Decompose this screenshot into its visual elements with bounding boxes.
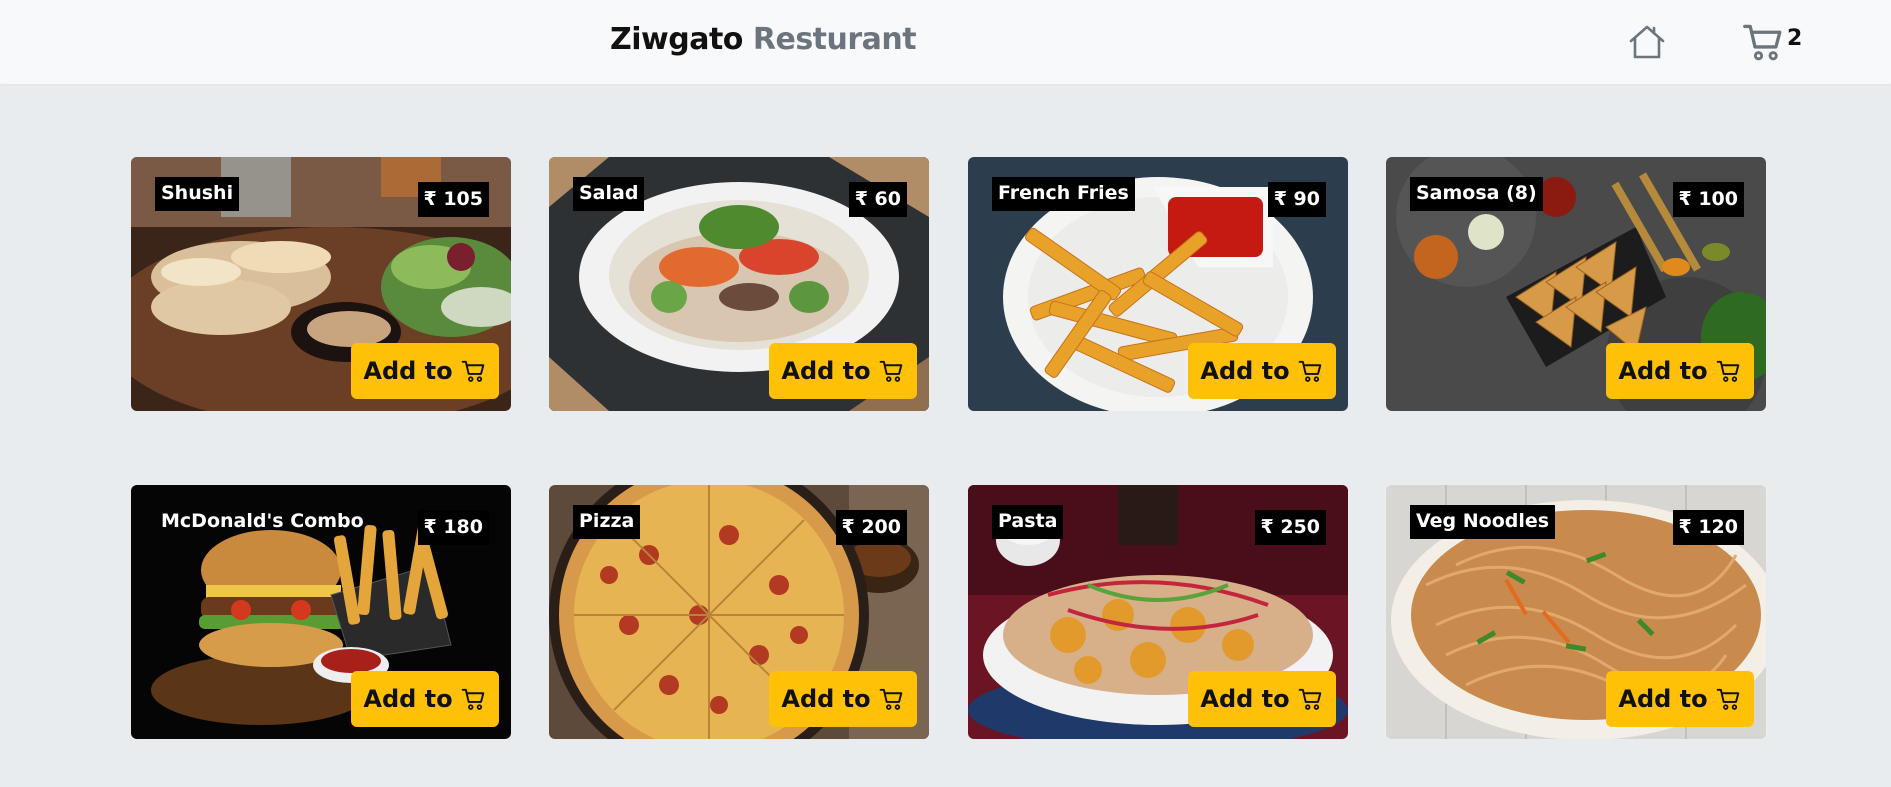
product-price: ₹ 200 bbox=[835, 510, 907, 545]
product-price: ₹ 60 bbox=[848, 182, 907, 217]
add-to-cart-label: Add to bbox=[1618, 357, 1708, 385]
brand-name: Ziwgato bbox=[610, 22, 743, 57]
cart-icon bbox=[1716, 358, 1742, 384]
add-to-cart-label: Add to bbox=[1200, 685, 1290, 713]
add-to-cart-button[interactable]: Add to bbox=[769, 343, 917, 399]
product-price: ₹ 105 bbox=[417, 182, 489, 217]
add-to-cart-label: Add to bbox=[1200, 357, 1290, 385]
product-name: Pasta bbox=[992, 505, 1064, 539]
add-to-cart-label: Add to bbox=[363, 357, 453, 385]
product-price: ₹ 90 bbox=[1267, 182, 1326, 217]
product-card[interactable]: Pizza ₹ 200 Add to bbox=[549, 485, 929, 739]
brand-name-accent: Resturant bbox=[752, 22, 917, 57]
product-price: ₹ 250 bbox=[1254, 510, 1326, 545]
product-price: ₹ 120 bbox=[1672, 510, 1744, 545]
add-to-cart-button[interactable]: Add to bbox=[1188, 343, 1336, 399]
add-to-cart-button[interactable]: Add to bbox=[1606, 671, 1754, 727]
cart-icon bbox=[1298, 686, 1324, 712]
product-card[interactable]: Salad ₹ 60 Add to bbox=[549, 157, 929, 411]
product-card[interactable]: Pasta ₹ 250 Add to bbox=[968, 485, 1348, 739]
product-name: French Fries bbox=[992, 177, 1135, 211]
product-card[interactable]: Veg Noodles ₹ 120 Add to bbox=[1386, 485, 1766, 739]
home-button[interactable] bbox=[1625, 20, 1669, 64]
product-price: ₹ 100 bbox=[1672, 182, 1744, 217]
product-name: Shushi bbox=[155, 177, 240, 211]
product-name: Salad bbox=[573, 177, 645, 211]
cart-icon bbox=[1742, 20, 1786, 64]
cart-count-badge: 2 bbox=[1787, 26, 1803, 51]
product-name: McDonald's Combo bbox=[161, 510, 364, 532]
product-price: ₹ 180 bbox=[417, 510, 489, 545]
product-card[interactable]: French Fries ₹ 90 Add to bbox=[968, 157, 1348, 411]
add-to-cart-label: Add to bbox=[363, 685, 453, 713]
add-to-cart-label: Add to bbox=[781, 685, 871, 713]
add-to-cart-button[interactable]: Add to bbox=[769, 671, 917, 727]
product-card[interactable]: Shushi ₹ 105 Add to bbox=[131, 157, 511, 411]
product-name: Pizza bbox=[573, 505, 641, 539]
home-icon bbox=[1629, 25, 1665, 59]
brand-logo[interactable]: Ziwgato Resturant bbox=[610, 22, 917, 57]
cart-icon bbox=[879, 686, 905, 712]
add-to-cart-button[interactable]: Add to bbox=[1188, 671, 1336, 727]
cart-icon bbox=[879, 358, 905, 384]
cart-icon bbox=[461, 358, 487, 384]
product-name: Samosa (8) bbox=[1410, 177, 1543, 211]
cart-icon bbox=[1298, 358, 1324, 384]
add-to-cart-label: Add to bbox=[781, 357, 871, 385]
product-card[interactable]: Samosa (8) ₹ 100 Add to bbox=[1386, 157, 1766, 411]
cart-icon bbox=[461, 686, 487, 712]
cart-icon bbox=[1716, 686, 1742, 712]
product-card[interactable]: McDonald's Combo ₹ 180 Add to bbox=[131, 485, 511, 739]
add-to-cart-button[interactable]: Add to bbox=[1606, 343, 1754, 399]
navbar: Ziwgato Resturant 2 bbox=[0, 0, 1891, 84]
add-to-cart-label: Add to bbox=[1618, 685, 1708, 713]
product-grid: Shushi ₹ 105 Add to Salad ₹ 60 Add to Fr… bbox=[131, 157, 1767, 739]
add-to-cart-button[interactable]: Add to bbox=[351, 671, 499, 727]
add-to-cart-button[interactable]: Add to bbox=[351, 343, 499, 399]
product-name: Veg Noodles bbox=[1410, 505, 1556, 539]
